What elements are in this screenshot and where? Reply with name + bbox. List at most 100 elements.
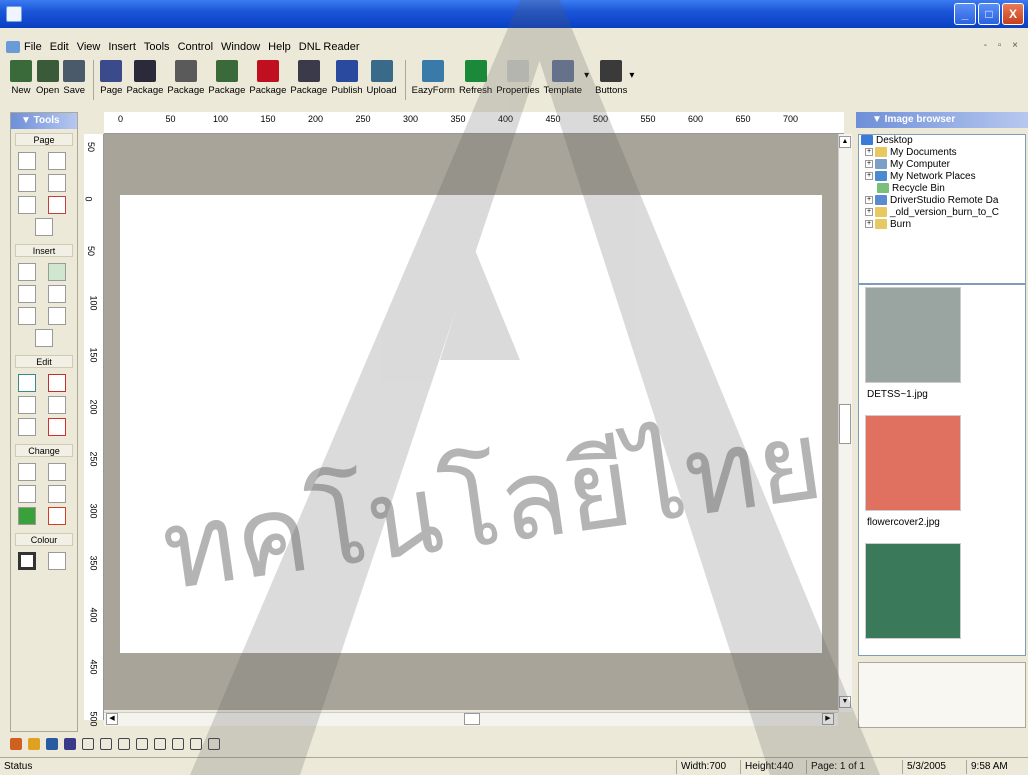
menu-dnl-reader[interactable]: DNL Reader [299, 41, 360, 53]
thumbnail-item[interactable]: DETSS~1.jpg [865, 287, 961, 400]
remove-page-icon[interactable] [48, 152, 66, 170]
toolbar-page-button[interactable]: Page [100, 58, 122, 96]
page-next-icon[interactable] [18, 174, 36, 192]
scroll-right-icon[interactable]: ▶ [822, 713, 834, 725]
menu-window[interactable]: Window [221, 41, 260, 53]
toolbar-package-button[interactable]: Package [126, 58, 163, 96]
toolbar-upload-button[interactable]: Upload [367, 58, 397, 96]
toolbar-buttons-button[interactable]: Buttons [595, 58, 627, 96]
section-insert[interactable]: Insert [15, 244, 73, 257]
toolbar-open-button[interactable]: Open [36, 58, 59, 96]
dropdown-arrow-icon[interactable]: ▾ [584, 70, 589, 81]
insert-text-icon[interactable] [18, 307, 36, 325]
expand-icon[interactable]: + [865, 172, 873, 181]
menu-view[interactable]: View [77, 41, 101, 53]
align-icon[interactable] [18, 485, 36, 503]
scroll-left-icon[interactable]: ◀ [106, 713, 118, 725]
resize-icon[interactable] [18, 463, 36, 481]
redo-icon[interactable] [48, 374, 66, 392]
toolbar-package-button[interactable]: Package [249, 58, 286, 96]
expand-icon[interactable]: + [865, 196, 873, 205]
tree-node[interactable]: + My Computer [859, 159, 1025, 171]
border-colour-icon[interactable] [18, 552, 36, 570]
align-top-icon[interactable] [82, 738, 94, 750]
close-button[interactable]: X [1002, 3, 1024, 25]
maximize-button[interactable]: □ [978, 3, 1000, 25]
scroll-up-icon[interactable]: ▲ [839, 136, 851, 148]
delete-icon[interactable] [48, 418, 66, 436]
copy-icon[interactable] [48, 396, 66, 414]
add-page-icon[interactable] [18, 152, 36, 170]
align-center-icon[interactable] [154, 738, 166, 750]
cut-icon[interactable] [18, 396, 36, 414]
toolbar-new-button[interactable]: New [10, 58, 32, 96]
tree-node[interactable]: + My Documents [859, 147, 1025, 159]
move-icon[interactable] [48, 507, 66, 525]
section-change[interactable]: Change [15, 444, 73, 457]
image-edit-icon[interactable] [48, 485, 66, 503]
page-link-icon[interactable] [48, 196, 66, 214]
menu-tools[interactable]: Tools [144, 41, 170, 53]
thumbnail-item[interactable]: flowercover2.jpg [865, 415, 961, 528]
bring-front-icon[interactable] [10, 738, 22, 750]
toolbar-package-button[interactable]: Package [290, 58, 327, 96]
horizontal-scrollbar[interactable]: ◀ ▶ [104, 712, 838, 726]
send-backward-icon[interactable] [64, 738, 76, 750]
bring-forward-icon[interactable] [46, 738, 58, 750]
thumbnail-item[interactable] [865, 543, 961, 645]
thumbnail-image[interactable] [865, 543, 961, 639]
undo-icon[interactable] [18, 374, 36, 392]
toolbar-refresh-button[interactable]: Refresh [459, 58, 492, 96]
tree-node[interactable]: + DriverStudio Remote Da [859, 195, 1025, 207]
page-prev-icon[interactable] [18, 196, 36, 214]
tree-node[interactable]: Desktop [859, 135, 1025, 147]
minimize-button[interactable]: _ [954, 3, 976, 25]
expand-icon[interactable]: + [865, 208, 873, 217]
scroll-thumb[interactable] [839, 404, 851, 444]
toolbar-publish-button[interactable]: Publish [331, 58, 363, 96]
menu-file[interactable]: File [24, 41, 42, 53]
dropdown-arrow-icon[interactable]: ▾ [629, 70, 634, 81]
same-size-icon[interactable] [208, 738, 220, 750]
vertical-scrollbar[interactable]: ▲ ▼ [838, 134, 852, 712]
align-bottom-icon[interactable] [118, 738, 130, 750]
image-browser-header[interactable]: ▼ Image browser [856, 112, 1028, 128]
thumbnail-image[interactable] [865, 287, 961, 383]
page-canvas[interactable] [120, 195, 822, 653]
move-horizontal-icon[interactable] [48, 463, 66, 481]
toolbar-package-button[interactable]: Package [167, 58, 204, 96]
fill-icon[interactable] [18, 507, 36, 525]
tools-header[interactable]: ▼ Tools [11, 113, 77, 129]
align-middle-icon[interactable] [100, 738, 112, 750]
mdi-controls[interactable]: - ▫ × [984, 40, 1022, 51]
tree-node[interactable]: + _old_version_burn_to_C [859, 207, 1025, 219]
text-icon[interactable] [18, 285, 36, 303]
menu-help[interactable]: Help [268, 41, 291, 53]
folder-tree[interactable]: Desktop + My Documents + My Computer + My Netw… [858, 134, 1026, 284]
expand-icon[interactable]: + [865, 160, 873, 169]
thumbnail-list[interactable]: DETSS~1.jpg flowercover2.jpg [858, 284, 1026, 656]
expand-icon[interactable]: + [865, 220, 873, 229]
scissors-icon[interactable] [18, 418, 36, 436]
menu-insert[interactable]: Insert [108, 41, 136, 53]
align-right-icon[interactable] [172, 738, 184, 750]
toolbar-properties-button[interactable]: Properties [496, 58, 540, 96]
text-column-icon[interactable] [48, 285, 66, 303]
align-left-icon[interactable] [136, 738, 148, 750]
toolbar-package-button[interactable]: Package [208, 58, 245, 96]
expand-icon[interactable]: + [865, 148, 873, 157]
distribute-icon[interactable] [190, 738, 202, 750]
image-icon[interactable] [48, 263, 66, 281]
pattern-icon[interactable] [48, 552, 66, 570]
menu-control[interactable]: Control [178, 41, 213, 53]
thumbnail-image[interactable] [865, 415, 961, 511]
send-back-icon[interactable] [28, 738, 40, 750]
tree-node[interactable]: + Burn [859, 219, 1025, 231]
rectangle-icon[interactable] [18, 263, 36, 281]
app-icon[interactable] [6, 6, 22, 22]
insert-shape-icon[interactable] [35, 329, 53, 347]
tree-node[interactable]: + My Network Places [859, 171, 1025, 183]
tree-node[interactable]: Recycle Bin [859, 183, 1025, 195]
page-view-icon[interactable] [35, 218, 53, 236]
section-page[interactable]: Page [15, 133, 73, 146]
